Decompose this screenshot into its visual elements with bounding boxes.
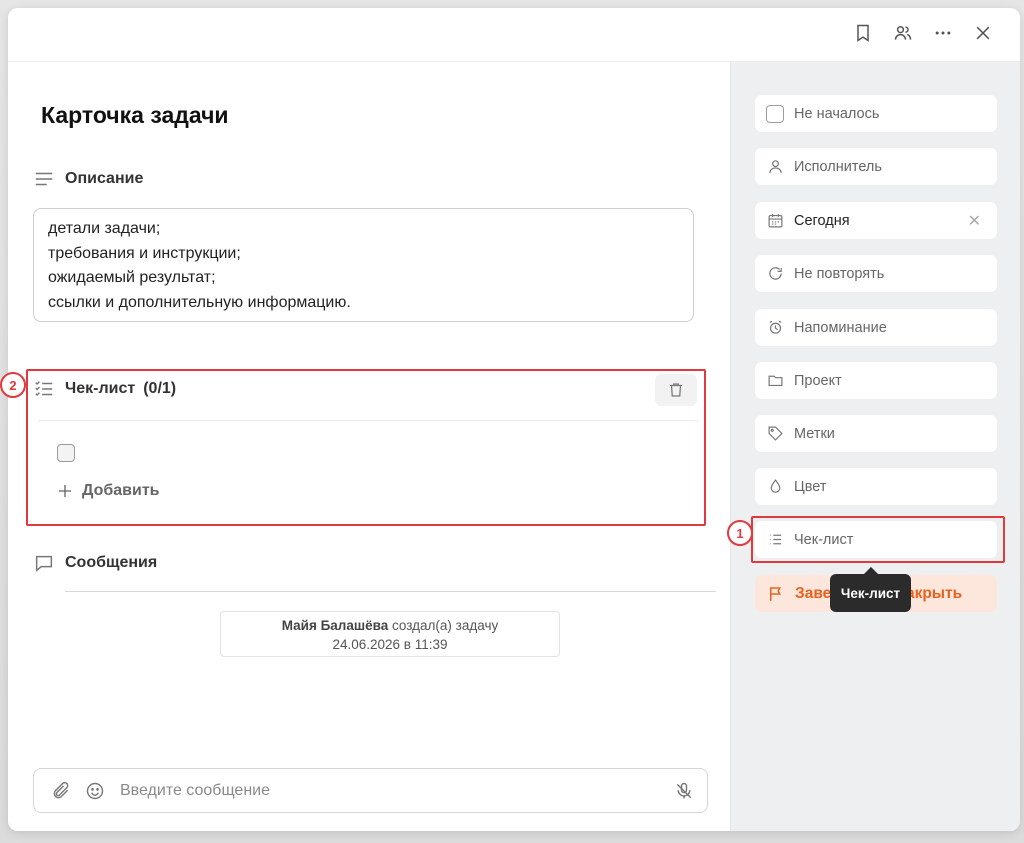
drop-icon xyxy=(766,478,784,496)
messages-header: Сообщения xyxy=(33,552,157,574)
description-field[interactable]: детали задачи; требования и инструкции; … xyxy=(33,208,694,322)
tags-label: Метки xyxy=(794,425,835,442)
close-icon[interactable] xyxy=(972,22,994,44)
message-input[interactable] xyxy=(120,779,660,803)
repeat-icon xyxy=(766,265,784,283)
clear-date-icon[interactable]: ✕ xyxy=(968,211,981,231)
tags-button[interactable]: Метки xyxy=(755,415,997,452)
tag-icon xyxy=(766,425,784,443)
chat-icon xyxy=(35,555,53,572)
message-date: 24.06.2026 в 11:39 xyxy=(332,637,448,652)
reminder-button[interactable]: Напоминание xyxy=(755,309,997,346)
page-title: Карточка задачи xyxy=(41,102,229,128)
modal-topbar xyxy=(8,8,1020,62)
calendar-icon xyxy=(766,212,784,230)
description-line: детали задачи; xyxy=(48,220,161,237)
assignee-label: Исполнитель xyxy=(794,158,882,175)
project-label: Проект xyxy=(794,372,842,389)
status-button[interactable]: Не началось xyxy=(755,95,997,132)
message-author: Майя Балашёва xyxy=(281,618,389,633)
message-text: создал(а) задачу xyxy=(388,618,499,633)
color-button[interactable]: Цвет xyxy=(755,468,997,505)
checklist-tooltip: Чек-лист xyxy=(830,567,911,612)
messages-divider xyxy=(65,591,716,592)
assignee-button[interactable]: Исполнитель xyxy=(755,148,997,185)
task-main-panel: Карточка задачи Описание детали задачи; … xyxy=(8,62,730,831)
task-sidebar: Не началось Исполнитель Сегодня ✕ Не пов… xyxy=(730,62,1020,831)
annotation-badge-1: 1 xyxy=(727,520,753,546)
task-card-modal: Карточка задачи Описание детали задачи; … xyxy=(8,8,1020,831)
status-label: Не началось xyxy=(794,105,880,122)
description-line: ожидаемый результат; xyxy=(48,269,216,286)
checkbox-icon xyxy=(766,104,784,123)
attach-icon[interactable] xyxy=(50,780,72,802)
bookmark-icon[interactable] xyxy=(852,22,874,44)
message-composer xyxy=(33,768,708,813)
description-line: требования и инструкции; xyxy=(48,244,241,262)
user-icon xyxy=(766,158,784,176)
description-label: Описание xyxy=(65,170,144,187)
system-message: Майя Балашёва создал(а) задачу 24.06.202… xyxy=(220,611,560,657)
repeat-label: Не повторять xyxy=(794,265,885,282)
emoji-icon[interactable] xyxy=(84,780,106,802)
due-date-label: Сегодня xyxy=(794,212,850,229)
lines-icon xyxy=(35,172,53,186)
folder-icon xyxy=(766,372,784,390)
reminder-label: Напоминание xyxy=(794,319,887,336)
alarm-icon xyxy=(766,319,784,337)
flag-icon xyxy=(770,586,781,601)
due-date-button[interactable]: Сегодня ✕ xyxy=(755,202,997,239)
more-icon[interactable] xyxy=(932,22,954,44)
description-line: ссылки и дополнительную информацию. xyxy=(48,293,351,311)
messages-label: Сообщения xyxy=(65,554,158,571)
checklist-highlight-frame xyxy=(26,369,706,526)
annotation-badge-2: 2 xyxy=(0,372,26,398)
project-button[interactable]: Проект xyxy=(755,362,997,399)
checklist-button-highlight xyxy=(751,516,1005,563)
users-icon[interactable] xyxy=(892,22,914,44)
mic-off-icon[interactable] xyxy=(673,780,695,802)
color-label: Цвет xyxy=(794,478,827,495)
description-header: Описание xyxy=(33,168,143,190)
repeat-button[interactable]: Не повторять xyxy=(755,255,997,292)
